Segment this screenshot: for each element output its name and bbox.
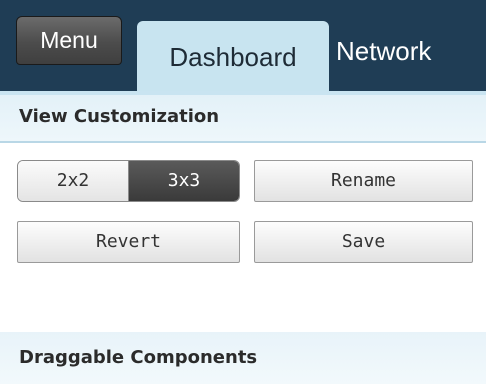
- menu-button[interactable]: Menu: [16, 16, 122, 65]
- layout-2x2-button[interactable]: 2x2: [18, 161, 129, 201]
- layout-3x3-button[interactable]: 3x3: [129, 161, 239, 201]
- view-customization-header: View Customization: [0, 95, 486, 143]
- layout-toggle: 2x2 3x3: [17, 160, 240, 202]
- tab-dashboard[interactable]: Dashboard: [137, 21, 329, 95]
- top-navigation-bar: Menu Dashboard Network: [0, 0, 486, 95]
- revert-button[interactable]: Revert: [17, 221, 240, 263]
- tab-network[interactable]: Network: [336, 37, 431, 65]
- draggable-components-header: Draggable Components: [0, 332, 486, 384]
- save-button[interactable]: Save: [254, 221, 473, 263]
- rename-button[interactable]: Rename: [254, 160, 473, 202]
